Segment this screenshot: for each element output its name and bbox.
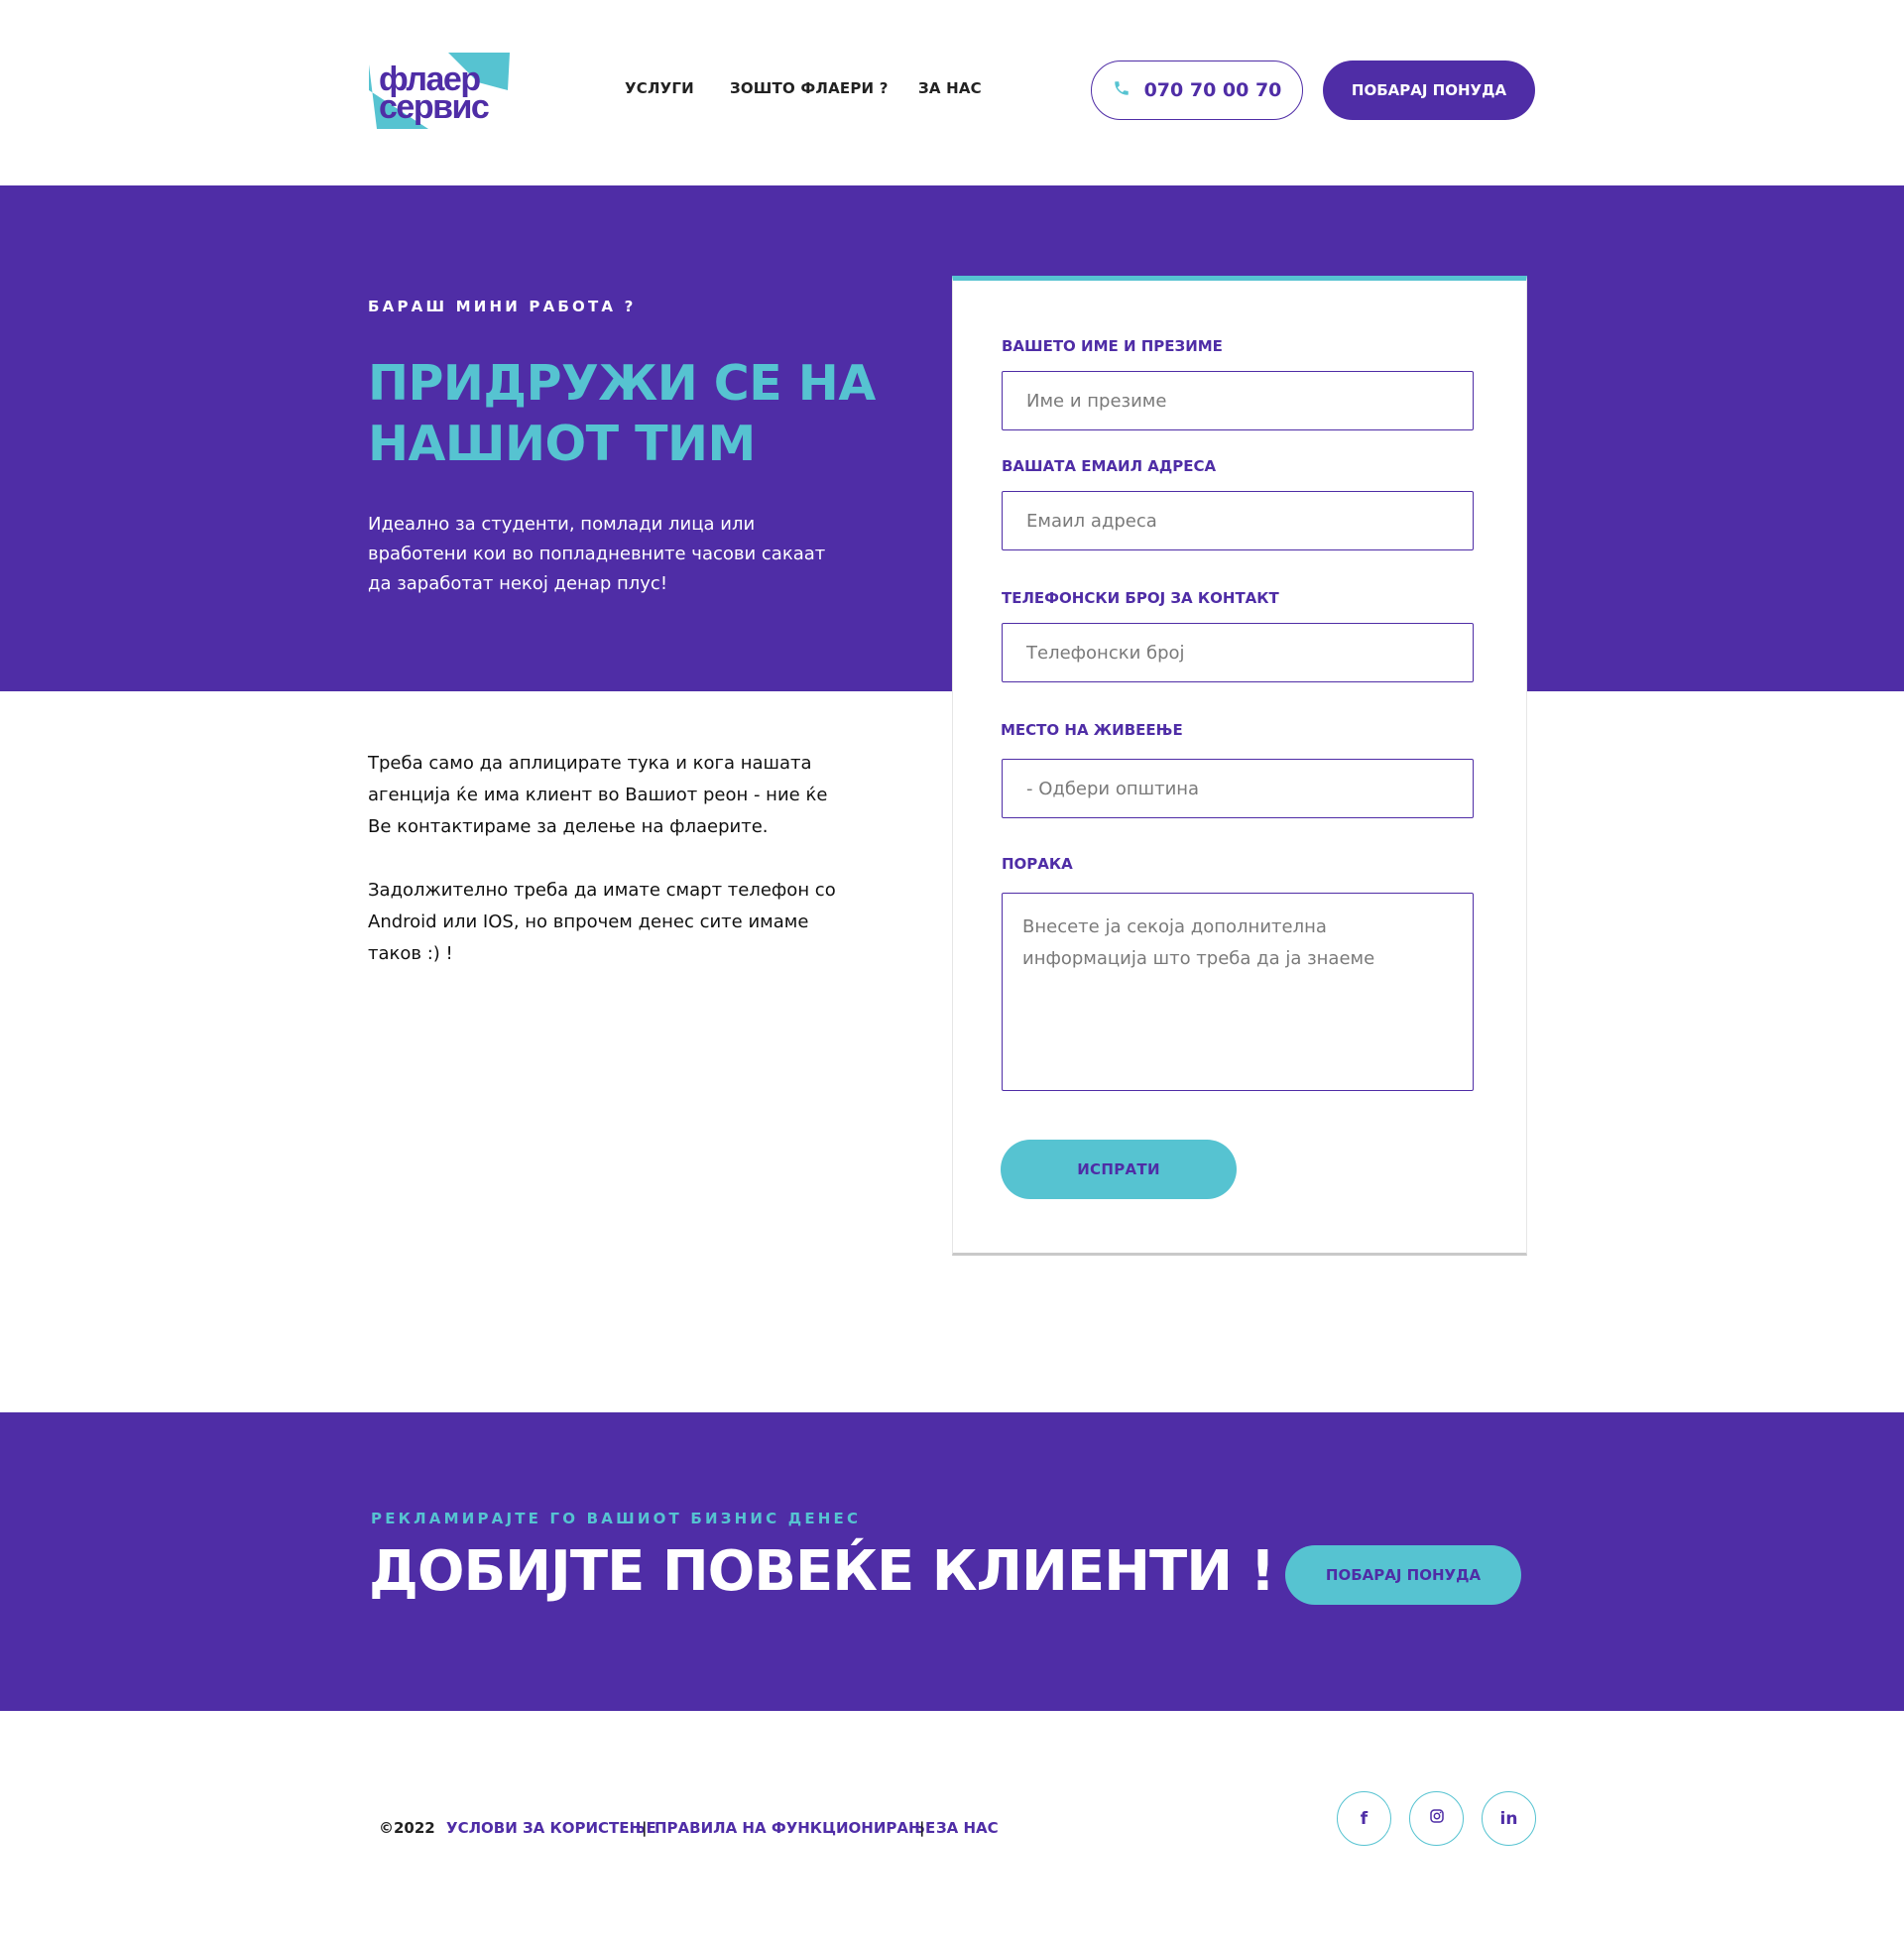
phone-icon	[1113, 79, 1130, 102]
linkedin-link[interactable]: in	[1482, 1791, 1536, 1846]
phone-number: 070 70 00 70	[1143, 79, 1282, 101]
body-paragraph-2: Задолжително треба да имате смарт телефо…	[368, 880, 836, 964]
nav-link-services[interactable]: УСЛУГИ	[625, 79, 694, 97]
submit-button[interactable]: ИСПРАТИ	[1001, 1140, 1237, 1199]
nav-link-about[interactable]: ЗА НАС	[918, 79, 982, 97]
instagram-icon	[1428, 1807, 1446, 1830]
message-label: ПОРАКА	[1002, 855, 1073, 873]
city-label: МЕСТО НА ЖИВЕЕЊЕ	[1001, 721, 1183, 739]
city-select[interactable]: - Одбери општина	[1002, 759, 1474, 818]
footer-separator: |	[642, 1819, 648, 1837]
linkedin-icon: in	[1499, 1808, 1518, 1829]
footer-link-about[interactable]: ЗА НАС	[936, 1819, 999, 1837]
hero-description: Идеално за студенти, помлади лица или вр…	[368, 514, 826, 594]
hero-kicker: БАРАШ МИНИ РАБОТА ?	[368, 298, 637, 315]
cta-quote-button[interactable]: ПОБАРАЈ ПОНУДА	[1285, 1545, 1521, 1605]
email-label: ВАШАТА ЕМАИЛ АДРЕСА	[1002, 457, 1217, 475]
cta-kicker: РЕКЛАМИРАЈТЕ ГО ВАШИОТ БИЗНИС ДЕНЕС	[371, 1510, 862, 1527]
site-logo[interactable]: флаер сервис	[369, 53, 512, 129]
body-paragraph-1: Треба само да аплицирате тука и кога наш…	[368, 753, 828, 837]
instagram-link[interactable]	[1409, 1791, 1464, 1846]
nav-link-why-flyers[interactable]: ЗОШТО ФЛАЕРИ ?	[730, 79, 889, 97]
facebook-icon: f	[1360, 1808, 1368, 1829]
footer-separator: |	[919, 1819, 925, 1837]
footer-copyright: ©2022	[379, 1819, 435, 1837]
phone-input[interactable]: Телефонски број	[1002, 623, 1474, 682]
email-input[interactable]: Емаил адреса	[1002, 491, 1474, 550]
footer-link-rules[interactable]: ПРАВИЛА НА ФУНКЦИОНИРАЊЕ	[654, 1819, 935, 1837]
footer-link-terms[interactable]: УСЛОВИ ЗА КОРИСТЕЊЕ	[446, 1819, 656, 1837]
phone-label: ТЕЛЕФОНСКИ БРОЈ ЗА КОНТАКТ	[1002, 589, 1279, 607]
cta-title: ДОБИЈТЕ ПОВЕЌЕ КЛИЕНТИ !	[369, 1539, 1275, 1604]
name-label: ВАШЕТО ИМЕ И ПРЕЗИМЕ	[1002, 337, 1223, 355]
logo-graphic: флаер сервис	[369, 53, 510, 129]
phone-button[interactable]: 070 70 00 70	[1091, 61, 1303, 120]
facebook-link[interactable]: f	[1337, 1791, 1391, 1846]
name-input[interactable]: Име и презиме	[1002, 371, 1474, 430]
hero-title: ПРИДРУЖИ СЕ НА НАШИОТ ТИМ	[368, 355, 876, 472]
request-quote-button[interactable]: ПОБАРАЈ ПОНУДА	[1323, 61, 1535, 120]
logo-line2: сервис	[379, 88, 489, 126]
message-textarea[interactable]: Внесете ја секоја дополнителна информаци…	[1002, 893, 1474, 1091]
